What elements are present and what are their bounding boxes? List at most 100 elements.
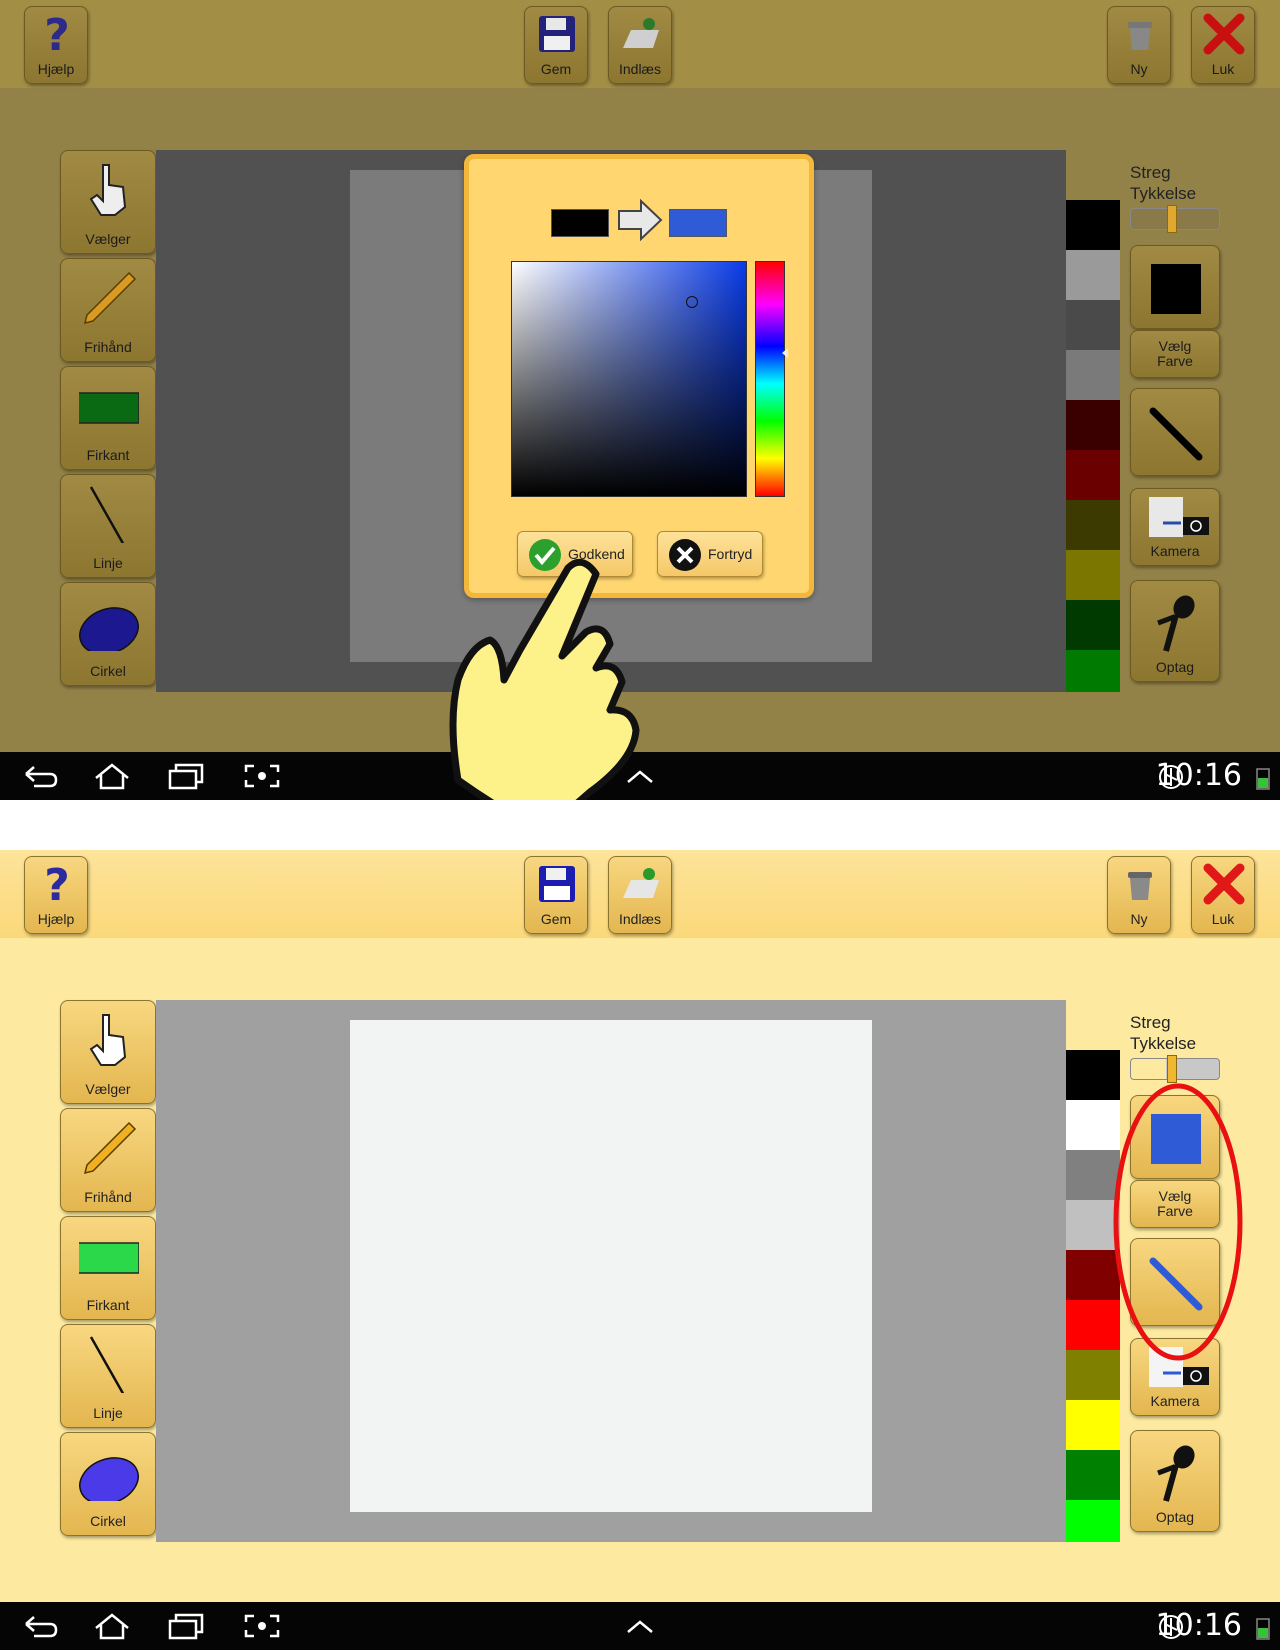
palette-swatch[interactable] — [1066, 500, 1120, 550]
load-image-icon — [623, 18, 659, 48]
camera-label: Kamera — [1150, 1393, 1200, 1409]
saturation-value-picker[interactable] — [511, 261, 747, 497]
microphone-icon — [1157, 595, 1195, 652]
close-x-icon — [1203, 13, 1245, 55]
screenshot-icon[interactable] — [242, 1612, 282, 1640]
tool-circle[interactable]: Cirkel — [60, 582, 156, 686]
new-button[interactable]: Ny — [1107, 856, 1171, 934]
hand-pointer-icon — [89, 1014, 127, 1066]
home-icon[interactable] — [92, 1612, 132, 1640]
load-button[interactable]: Indlæs — [608, 6, 672, 84]
load-button[interactable]: Indlæs — [608, 856, 672, 934]
palette-swatch[interactable] — [1066, 250, 1120, 300]
palette-swatch[interactable] — [1066, 350, 1120, 400]
trash-can-icon — [1128, 22, 1152, 50]
new-button[interactable]: Ny — [1107, 6, 1171, 84]
screenshot-icon[interactable] — [242, 762, 282, 790]
tool-selector[interactable]: Vælger — [60, 150, 156, 254]
picker-cursor[interactable] — [686, 296, 698, 308]
hue-marker[interactable] — [782, 348, 788, 358]
cancel-button[interactable]: Fortryd — [657, 531, 763, 577]
line-style-button[interactable] — [1130, 388, 1220, 476]
save-label: Gem — [540, 61, 572, 77]
palette-swatch[interactable] — [1066, 1400, 1120, 1450]
help-label: Hjælp — [37, 61, 75, 77]
help-button[interactable]: ? Hjælp — [24, 856, 88, 934]
palette-swatch[interactable] — [1066, 1450, 1120, 1500]
old-color-swatch — [551, 209, 609, 237]
cancel-label: Fortryd — [708, 546, 753, 562]
stroke-width-slider[interactable] — [1130, 205, 1220, 233]
load-label: Indlæs — [618, 911, 662, 927]
question-mark-icon: ? — [44, 862, 70, 906]
tool-selector[interactable]: Vælger — [60, 1000, 156, 1104]
drawing-paper[interactable] — [350, 1020, 872, 1512]
hand-pointer-icon — [89, 164, 127, 216]
record-label: Optag — [1155, 659, 1195, 675]
cancel-x-icon — [669, 539, 701, 571]
palette-swatch[interactable] — [1066, 1500, 1120, 1542]
record-button[interactable]: Optag — [1130, 580, 1220, 682]
current-color-button[interactable] — [1130, 245, 1220, 329]
slider-knob[interactable] — [1167, 205, 1177, 233]
microphone-icon — [1157, 1445, 1195, 1502]
help-button[interactable]: ? Hjælp — [24, 6, 88, 84]
tool-rectangle[interactable]: Firkant — [60, 366, 156, 470]
tool-label: Cirkel — [90, 663, 126, 679]
chevron-up-icon[interactable] — [620, 1612, 660, 1640]
recent-apps-icon[interactable] — [166, 762, 206, 790]
clock: 10:16 — [1155, 758, 1242, 793]
choose-color-button[interactable]: Vælg Farve — [1130, 330, 1220, 378]
recent-apps-icon[interactable] — [166, 1612, 206, 1640]
clock: 10:16 — [1155, 1608, 1242, 1643]
close-button[interactable]: Luk — [1191, 6, 1255, 84]
tool-freehand[interactable]: Frihånd — [60, 1108, 156, 1212]
hue-slider[interactable] — [755, 261, 788, 497]
close-label: Luk — [1211, 911, 1235, 927]
palette-swatch[interactable] — [1066, 450, 1120, 500]
tool-label: Linje — [93, 555, 123, 571]
line-icon — [89, 1336, 125, 1393]
svg-text:?: ? — [44, 12, 70, 56]
tool-circle[interactable]: Cirkel — [60, 1432, 156, 1536]
stroke-width-label: Streg Tykkelse — [1130, 163, 1197, 203]
bottom-screenshot: ? Hjælp Gem Indlæs Ny Luk Vælger Frihånd… — [0, 850, 1280, 1650]
tool-freehand[interactable]: Frihånd — [60, 258, 156, 362]
save-button[interactable]: Gem — [524, 6, 588, 84]
palette-swatch[interactable] — [1066, 600, 1120, 650]
top-toolbar: ? Hjælp Gem Indlæs Ny Luk — [0, 850, 1280, 938]
battery-icon — [1256, 1618, 1270, 1640]
palette-swatch[interactable] — [1066, 650, 1120, 692]
value-gradient — [512, 262, 746, 496]
back-icon[interactable] — [20, 1612, 60, 1640]
back-icon[interactable] — [20, 762, 60, 790]
tool-rectangle[interactable]: Firkant — [60, 1216, 156, 1320]
question-mark-icon: ? — [44, 12, 70, 56]
load-image-icon — [623, 868, 659, 898]
tool-label: Linje — [93, 1405, 123, 1421]
palette-swatch[interactable] — [1066, 400, 1120, 450]
camera-button[interactable]: Kamera — [1130, 488, 1220, 566]
svg-text:?: ? — [44, 862, 70, 906]
palette-swatch[interactable] — [1066, 300, 1120, 350]
home-icon[interactable] — [92, 762, 132, 790]
arrow-right-icon — [618, 199, 663, 241]
choose-color-label: Vælg Farve — [1157, 338, 1193, 369]
floppy-disk-icon — [539, 16, 575, 52]
system-nav-bar: 10:16 — [0, 1602, 1280, 1650]
battery-icon — [1256, 768, 1270, 790]
palette-swatch[interactable] — [1066, 550, 1120, 600]
record-button[interactable]: Optag — [1130, 1430, 1220, 1532]
close-button[interactable]: Luk — [1191, 856, 1255, 934]
tool-line[interactable]: Linje — [60, 474, 156, 578]
save-button[interactable]: Gem — [524, 856, 588, 934]
new-label: Ny — [1130, 911, 1148, 927]
rectangle-icon — [79, 392, 139, 424]
stroke-width-slider[interactable] — [1130, 1055, 1220, 1083]
trash-can-icon — [1128, 872, 1152, 900]
slider-knob[interactable] — [1167, 1055, 1177, 1083]
tool-line[interactable]: Linje — [60, 1324, 156, 1428]
drawing-area[interactable] — [156, 1000, 1066, 1542]
palette-swatch[interactable] — [1066, 200, 1120, 250]
tool-label: Frihånd — [84, 1189, 132, 1205]
